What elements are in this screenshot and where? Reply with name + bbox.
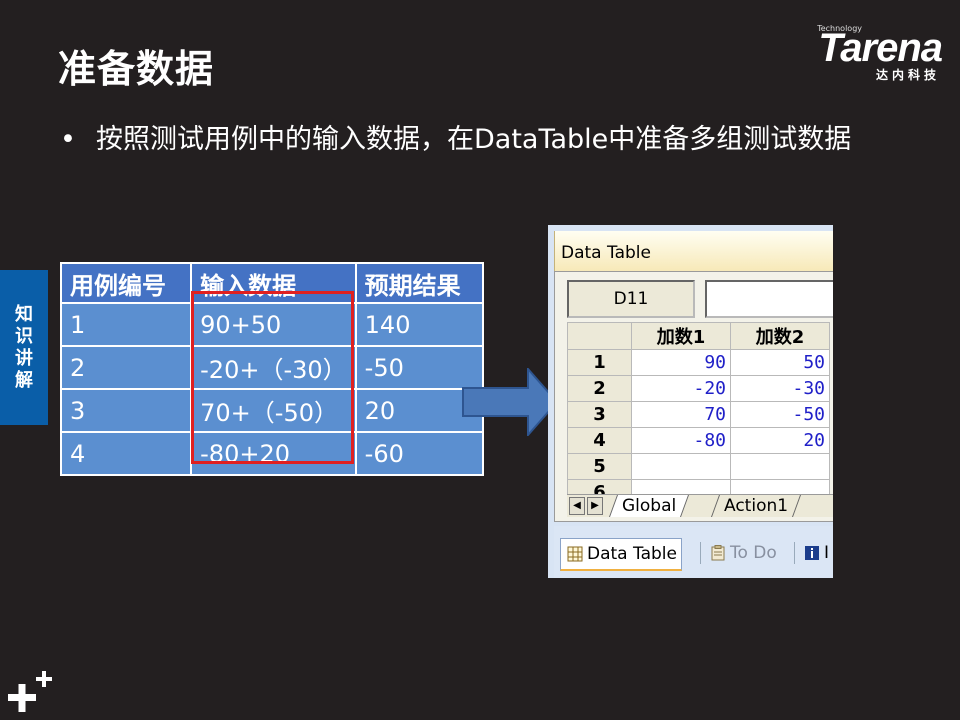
column-header[interactable]: 加数2: [730, 322, 830, 350]
grid-row: 1 90 50: [567, 349, 830, 376]
grid-row: 4 -80 20: [567, 427, 830, 454]
formula-input[interactable]: [705, 280, 833, 318]
tab-separator: [794, 542, 795, 564]
row-header[interactable]: 5: [567, 453, 632, 480]
input-data-highlight-box: [191, 291, 354, 464]
tab-separator: [700, 542, 701, 564]
bottom-tab-label: I: [824, 543, 830, 563]
grid-cell[interactable]: -20: [631, 375, 731, 402]
bullet-dot-icon: •: [60, 124, 76, 155]
grid-cell[interactable]: -30: [730, 375, 830, 402]
plus-decoration-icon: [8, 671, 52, 712]
grid-cell[interactable]: -50: [730, 401, 830, 428]
grid-cell[interactable]: [631, 453, 731, 480]
grid-cell[interactable]: [730, 453, 830, 480]
case-id-cell: 2: [59, 345, 193, 390]
expected-result-cell: -60: [354, 431, 485, 476]
right-arrow-icon: [462, 368, 558, 436]
data-table-titlebar: Data Table: [554, 231, 833, 271]
side-tab-label: 知识讲解: [15, 303, 33, 391]
sheet-tab-bar: ◀ ▶ Global Action1: [567, 494, 833, 517]
row-header[interactable]: 2: [567, 375, 632, 402]
sheet-prev-arrow-icon[interactable]: ◀: [569, 497, 585, 515]
bottom-tab-label: To Do: [730, 543, 777, 563]
bullet-text: 按照测试用例中的输入数据，在DataTable中准备多组测试数据: [96, 124, 852, 155]
cell-reference-box[interactable]: D11: [567, 280, 695, 318]
grid-row: 3 70 -50: [567, 401, 830, 428]
grid-cell[interactable]: -80: [631, 427, 731, 454]
sheet-tab-global[interactable]: Global: [608, 495, 690, 517]
grid-row: 5: [567, 453, 830, 480]
data-table-frame: D11 加数1 加数2 1 90 50 2 -20 -30 3 70 -50 4…: [554, 271, 833, 522]
sheet-tab-label: Global: [622, 496, 677, 516]
grid-row: 2 -20 -30: [567, 375, 830, 402]
grid-cell[interactable]: 20: [730, 427, 830, 454]
row-header[interactable]: 4: [567, 427, 632, 454]
bottom-tab-info[interactable]: I: [798, 538, 829, 568]
logo-wordmark: Tarena: [818, 26, 943, 70]
case-id-cell: 3: [59, 388, 193, 433]
header-case-id: 用例编号: [59, 262, 193, 304]
sheet-next-arrow-icon[interactable]: ▶: [587, 497, 603, 515]
case-id-cell: 4: [59, 431, 193, 476]
bottom-tab-data-table[interactable]: Data Table: [560, 538, 682, 571]
tarena-logo: Technology Tarena 达内科技: [772, 24, 943, 84]
row-header[interactable]: 1: [567, 349, 632, 376]
grid-cell[interactable]: 50: [730, 349, 830, 376]
row-header[interactable]: 3: [567, 401, 632, 428]
sheet-tab-label: Action1: [724, 496, 789, 516]
grid-cell[interactable]: 90: [631, 349, 731, 376]
data-table-grid: 加数1 加数2 1 90 50 2 -20 -30 3 70 -50 4 -80: [567, 322, 830, 506]
bottom-tab-label: Data Table: [587, 544, 677, 564]
sheet-tab-action1[interactable]: Action1: [710, 495, 802, 517]
column-header[interactable]: 加数1: [631, 322, 731, 350]
info-icon: [805, 546, 819, 560]
case-id-cell: 1: [59, 302, 193, 347]
grid-icon: [567, 546, 583, 562]
grid-header-row: 加数1 加数2: [567, 322, 830, 350]
grid-corner-cell[interactable]: [567, 322, 632, 350]
grid-cell[interactable]: 70: [631, 401, 731, 428]
data-table-panel: Data Table D11 加数1 加数2 1 90 50 2 -20 -30…: [548, 225, 833, 578]
expected-result-cell: 140: [354, 302, 485, 347]
section-side-tab: 知识讲解: [0, 270, 48, 425]
clipboard-icon: [711, 545, 725, 561]
data-table-title: Data Table: [561, 243, 651, 263]
bottom-tab-bar: Data Table To Do I: [554, 526, 833, 578]
bottom-tab-todo[interactable]: To Do: [704, 538, 777, 568]
bullet-point: • 按照测试用例中的输入数据，在DataTable中准备多组测试数据: [60, 118, 900, 161]
slide-title: 准备数据: [58, 47, 215, 91]
header-expected-result: 预期结果: [354, 262, 485, 304]
logo-subtitle: 达内科技: [875, 68, 940, 82]
